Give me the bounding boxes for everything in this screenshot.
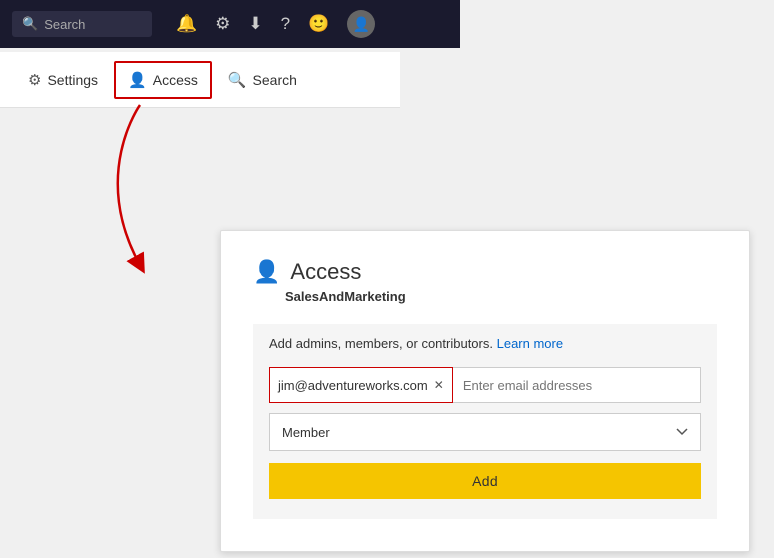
access-title-icon: 👤 [253,259,280,285]
search-icon: 🔍 [22,16,38,32]
search-item[interactable]: 🔍 Search [216,63,309,97]
form-area: jim@adventureworks.com ✕ Member Admin Co… [253,367,717,519]
add-button[interactable]: Add [269,463,701,499]
settings-bar: ⚙ Settings 👤 Access 🔍 Search [0,52,400,108]
user-avatar[interactable]: 👤 [347,10,375,38]
access-title-row: 👤 Access [253,259,717,285]
add-description: Add admins, members, or contributors. Le… [253,324,717,367]
access-title-text: Access [290,259,361,285]
gear-icon[interactable]: ⚙ [215,14,230,34]
access-person-icon: 👤 [128,71,147,89]
help-icon[interactable]: ? [281,14,290,34]
search-magnify-icon: 🔍 [228,71,247,89]
email-tag: jim@adventureworks.com ✕ [269,367,453,403]
bell-icon[interactable]: 🔔 [176,14,197,34]
remove-email-button[interactable]: ✕ [434,378,444,392]
search-placeholder: Search [44,17,85,32]
smiley-icon[interactable]: 🙂 [308,14,329,34]
email-row: jim@adventureworks.com ✕ [269,367,701,403]
settings-label: Settings [47,72,98,88]
search-label: Search [253,72,297,88]
download-icon[interactable]: ⬇ [248,14,262,34]
workspace-name: SalesAndMarketing [285,289,717,304]
access-panel: 👤 Access SalesAndMarketing Add admins, m… [220,230,750,552]
settings-gear-icon: ⚙ [28,71,41,89]
email-input[interactable] [453,367,701,403]
learn-more-link[interactable]: Learn more [497,336,563,351]
search-box[interactable]: 🔍 Search [12,11,152,37]
access-label: Access [153,72,198,88]
description-text: Add admins, members, or contributors. [269,336,493,351]
avatar-icon: 👤 [353,16,370,33]
role-select[interactable]: Member Admin Contributor Viewer [269,413,701,451]
topbar: 🔍 Search 🔔 ⚙ ⬇ ? 🙂 👤 [0,0,460,48]
access-item[interactable]: 👤 Access [114,61,212,99]
nav-icons: 🔔 ⚙ ⬇ ? 🙂 👤 [176,10,375,38]
settings-item[interactable]: ⚙ Settings [16,63,110,97]
email-tag-text: jim@adventureworks.com [278,378,428,393]
